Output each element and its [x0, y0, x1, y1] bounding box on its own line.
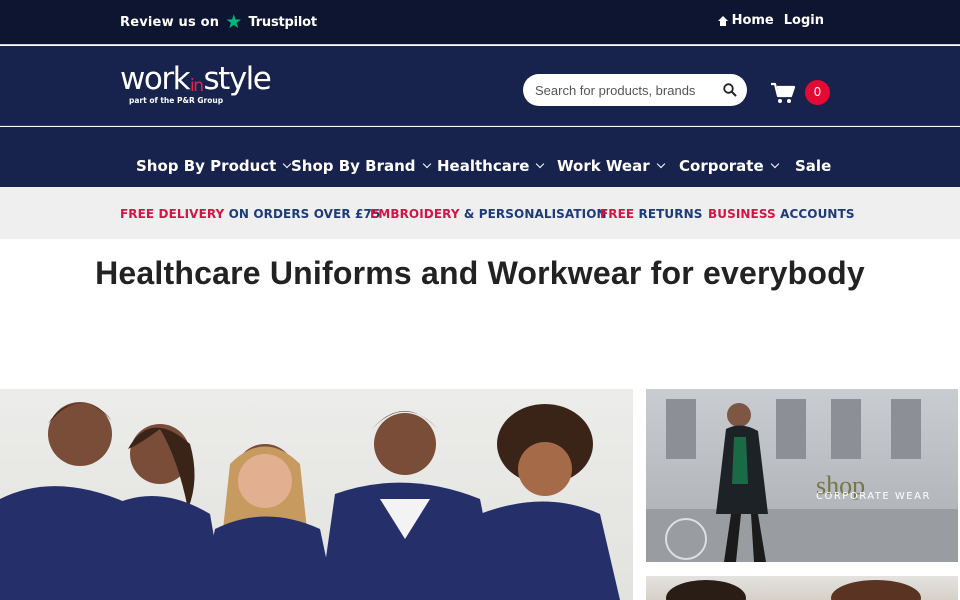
trustpilot-wordmark: Trustpilot: [248, 15, 317, 30]
search-input[interactable]: [535, 82, 710, 98]
usp-free-delivery[interactable]: FREE DELIVERY ON ORDERS OVER £75: [120, 207, 380, 221]
nav-shop-by-product[interactable]: Shop By Product: [136, 157, 292, 175]
logo-tagline: part of the P&R Group: [129, 96, 224, 105]
login-link-label: Login: [783, 13, 824, 28]
review-prefix: Review us on: [120, 15, 220, 30]
nav-healthcare[interactable]: Healthcare: [437, 157, 545, 175]
healthcare-staff-illustration: [0, 402, 620, 600]
cart-count-badge[interactable]: 0: [805, 80, 830, 105]
secondary-promo-image[interactable]: [646, 576, 958, 600]
home-icon: [717, 15, 728, 26]
nav-corporate[interactable]: Corporate: [679, 157, 779, 175]
chevron-down-icon: [536, 159, 545, 169]
shopping-cart-icon[interactable]: [770, 82, 796, 104]
corporate-wear-illustration: [646, 399, 958, 562]
login-link[interactable]: Login: [784, 13, 824, 28]
main-navigation: Shop By Product Shop By Brand Healthcare…: [0, 127, 960, 187]
page-title: Healthcare Uniforms and Workwear for eve…: [95, 255, 865, 291]
usp-free-returns[interactable]: FREE RETURNS: [600, 207, 703, 221]
promo-corporate-wear-text: CORPORATE WEAR: [816, 491, 931, 502]
top-bar: Review us on ★ Trustpilot Home Login: [0, 0, 960, 45]
usp-strip: FREE DELIVERY ON ORDERS OVER £75 EMBROID…: [0, 187, 960, 239]
chevron-down-icon: [770, 159, 779, 169]
usp-business-accounts[interactable]: BUSINESS ACCOUNTS: [708, 207, 855, 221]
chevron-down-icon: [656, 159, 665, 169]
search-icon[interactable]: [722, 82, 738, 98]
trustpilot-review-link[interactable]: Review us on ★ Trustpilot: [120, 13, 317, 32]
nav-shop-by-brand[interactable]: Shop By Brand: [291, 157, 431, 175]
chevron-down-icon: [422, 159, 431, 169]
secondary-promo-illustration: [666, 580, 921, 600]
logo-wordmark: workinstyle: [120, 61, 272, 97]
home-link[interactable]: Home: [717, 13, 774, 28]
usp-embroidery[interactable]: EMBROIDERY & PERSONALISATION: [370, 207, 607, 221]
top-links: Home Login: [717, 13, 824, 28]
trustpilot-star-icon: ★: [225, 11, 243, 33]
nav-sale[interactable]: Sale: [795, 157, 831, 175]
healthcare-hero-image[interactable]: [0, 389, 633, 600]
home-link-label: Home: [731, 13, 774, 28]
site-logo[interactable]: workinstyle part of the P&R Group: [120, 61, 272, 106]
corporate-wear-promo[interactable]: shop CORPORATE WEAR: [646, 389, 958, 562]
search-box: [523, 74, 747, 106]
nav-work-wear[interactable]: Work Wear: [557, 157, 665, 175]
